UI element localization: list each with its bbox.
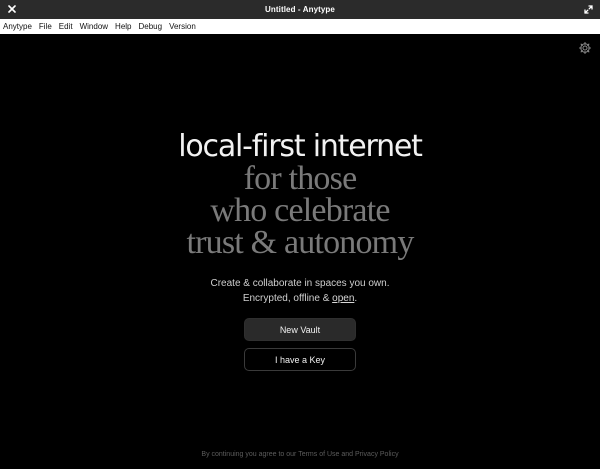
app-window: Untitled - Anytype Anytype File Edit Win… xyxy=(0,0,600,469)
hero-line-1: local-first internet xyxy=(178,129,423,164)
window-title: Untitled - Anytype xyxy=(265,5,335,14)
subtitle-line-2-prefix: Encrypted, offline & xyxy=(242,293,333,304)
close-button[interactable] xyxy=(5,2,19,16)
title-bar: Untitled - Anytype xyxy=(0,0,600,19)
menu-window[interactable]: Window xyxy=(80,19,108,34)
subtitle-line-2: Encrypted, offline & open. xyxy=(0,291,600,306)
maximize-icon xyxy=(583,4,593,14)
have-key-button[interactable]: I have a Key xyxy=(244,348,356,371)
onboarding-screen: local-first internet for those who celeb… xyxy=(0,34,600,469)
subtitle-line-1: Create & collaborate in spaces you own. xyxy=(210,278,390,289)
menu-anytype[interactable]: Anytype xyxy=(3,19,32,34)
new-vault-label: New Vault xyxy=(279,324,321,335)
footer-prefix: By continuing you agree to our xyxy=(201,451,299,458)
hero-line-2: for those xyxy=(243,160,358,197)
settings-button[interactable] xyxy=(578,41,592,55)
have-key-label: I have a Key xyxy=(274,354,326,365)
legal-footer: By continuing you agree to our Terms of … xyxy=(0,451,600,458)
menu-version[interactable]: Version xyxy=(169,19,196,34)
menu-bar: Anytype File Edit Window Help Debug Vers… xyxy=(0,19,600,34)
subtitle-line-2-suffix: . xyxy=(354,293,358,304)
menu-file[interactable]: File xyxy=(39,19,52,34)
footer-and: and xyxy=(339,451,355,458)
maximize-button[interactable] xyxy=(581,2,595,16)
new-vault-button[interactable]: New Vault xyxy=(244,318,356,341)
menu-debug[interactable]: Debug xyxy=(139,19,163,34)
hero-line-4: trust & autonomy xyxy=(186,224,414,261)
hero-subtitle: Create & collaborate in spaces you own. … xyxy=(0,276,600,306)
terms-link[interactable]: Terms of Use xyxy=(298,451,339,458)
hero-heading: local-first internet for those who celeb… xyxy=(0,129,600,261)
privacy-link[interactable]: Privacy Policy xyxy=(355,451,399,458)
hero-line-3: who celebrate xyxy=(210,192,390,229)
open-link[interactable]: open xyxy=(332,293,354,304)
menu-help[interactable]: Help xyxy=(115,19,131,34)
menu-edit[interactable]: Edit xyxy=(59,19,73,34)
close-icon xyxy=(8,5,16,13)
gear-icon xyxy=(578,41,592,55)
